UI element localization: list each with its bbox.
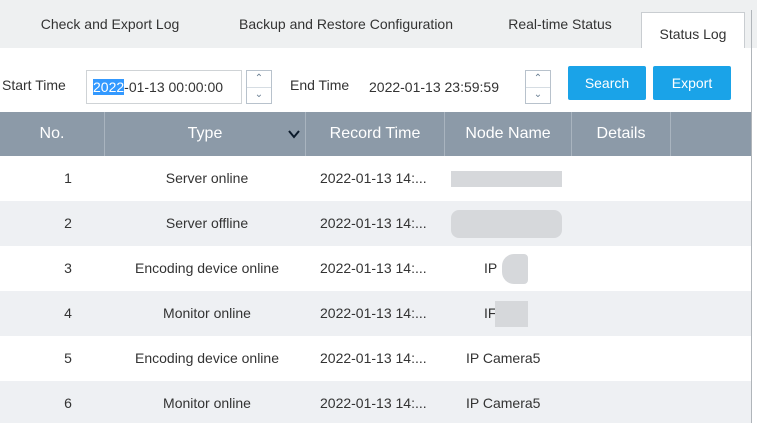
- export-button[interactable]: Export: [653, 66, 731, 100]
- table-row[interactable]: 5 Encoding device online 2022-01-13 14:.…: [0, 336, 751, 381]
- redacted-node-name: [451, 210, 562, 238]
- tab-check-and-export-log[interactable]: Check and Export Log: [20, 12, 200, 48]
- column-header-node-name[interactable]: Node Name: [445, 112, 571, 156]
- cell-type: Server online: [165, 170, 249, 186]
- start-time-value-rest: -01-13 00:00:00: [124, 79, 224, 95]
- cell-no: 1: [64, 170, 72, 186]
- column-divider: [670, 112, 671, 156]
- cell-node-name: IP Camera5: [466, 350, 541, 366]
- filter-bar: Start Time 2022-01-13 00:00:00 ⌃ ⌄ End T…: [0, 48, 751, 116]
- end-time-stepper[interactable]: ⌃ ⌄: [525, 70, 551, 104]
- column-header-details[interactable]: Details: [572, 112, 670, 156]
- cell-no: 6: [64, 395, 72, 411]
- cell-record-time: 2022-01-13 14:...: [320, 395, 427, 411]
- chevron-up-icon[interactable]: ⌃: [526, 71, 550, 88]
- cell-no: 3: [64, 260, 72, 276]
- cell-type: Server offline: [165, 215, 249, 231]
- table-row[interactable]: 6 Monitor online 2022-01-13 14:... IP Ca…: [0, 381, 751, 423]
- search-button[interactable]: Search: [568, 66, 646, 100]
- cell-node-name: IP: [484, 260, 498, 276]
- panel-border: [751, 10, 752, 423]
- end-time-label: End Time: [290, 77, 350, 93]
- table-row[interactable]: 4 Monitor online 2022-01-13 14:... IF: [0, 291, 751, 336]
- end-time-input[interactable]: 2022-01-13 23:59:59: [362, 70, 520, 104]
- column-header-type[interactable]: Type: [105, 112, 305, 156]
- tab-real-time-status[interactable]: Real-time Status: [494, 12, 626, 48]
- cell-no: 5: [64, 350, 72, 366]
- table-row[interactable]: 2 Server offline 2022-01-13 14:...: [0, 201, 751, 246]
- column-header-no[interactable]: No.: [0, 112, 104, 156]
- cell-node-name: IP Camera5: [466, 395, 541, 411]
- start-time-stepper[interactable]: ⌃ ⌄: [246, 70, 272, 104]
- cell-record-time: 2022-01-13 14:...: [320, 170, 427, 186]
- start-time-input[interactable]: 2022-01-13 00:00:00: [86, 70, 242, 104]
- chevron-down-icon[interactable]: ⌄: [247, 87, 271, 103]
- chevron-down-icon[interactable]: ⌄: [526, 87, 550, 103]
- cell-no: 2: [64, 215, 72, 231]
- start-time-selected-year: 2022: [93, 79, 125, 95]
- table-row[interactable]: 1 Server online 2022-01-13 14:...: [0, 156, 751, 201]
- redacted-node-name: [495, 301, 528, 327]
- cell-record-time: 2022-01-13 14:...: [320, 260, 427, 276]
- redacted-node-name: [502, 254, 528, 284]
- column-header-record-time[interactable]: Record Time: [306, 112, 444, 156]
- cell-record-time: 2022-01-13 14:...: [320, 215, 427, 231]
- cell-record-time: 2022-01-13 14:...: [320, 305, 427, 321]
- start-time-label: Start Time: [2, 77, 66, 93]
- chevron-down-icon[interactable]: [286, 126, 302, 142]
- tab-backup-and-restore-configuration[interactable]: Backup and Restore Configuration: [214, 12, 478, 48]
- cell-no: 4: [64, 305, 72, 321]
- table-header: No. Type Record Time Node Name Details: [0, 112, 751, 156]
- redacted-node-name: [451, 171, 562, 187]
- table-row[interactable]: 3 Encoding device online 2022-01-13 14:.…: [0, 246, 751, 291]
- cell-type: Monitor online: [163, 305, 251, 321]
- chevron-up-icon[interactable]: ⌃: [247, 71, 271, 88]
- cell-record-time: 2022-01-13 14:...: [320, 350, 427, 366]
- cell-type: Monitor online: [163, 395, 251, 411]
- cell-type: Encoding device online: [135, 260, 279, 276]
- tab-status-log[interactable]: Status Log: [641, 12, 745, 48]
- cell-type: Encoding device online: [135, 350, 279, 366]
- tab-bar: Check and Export Log Backup and Restore …: [0, 0, 757, 48]
